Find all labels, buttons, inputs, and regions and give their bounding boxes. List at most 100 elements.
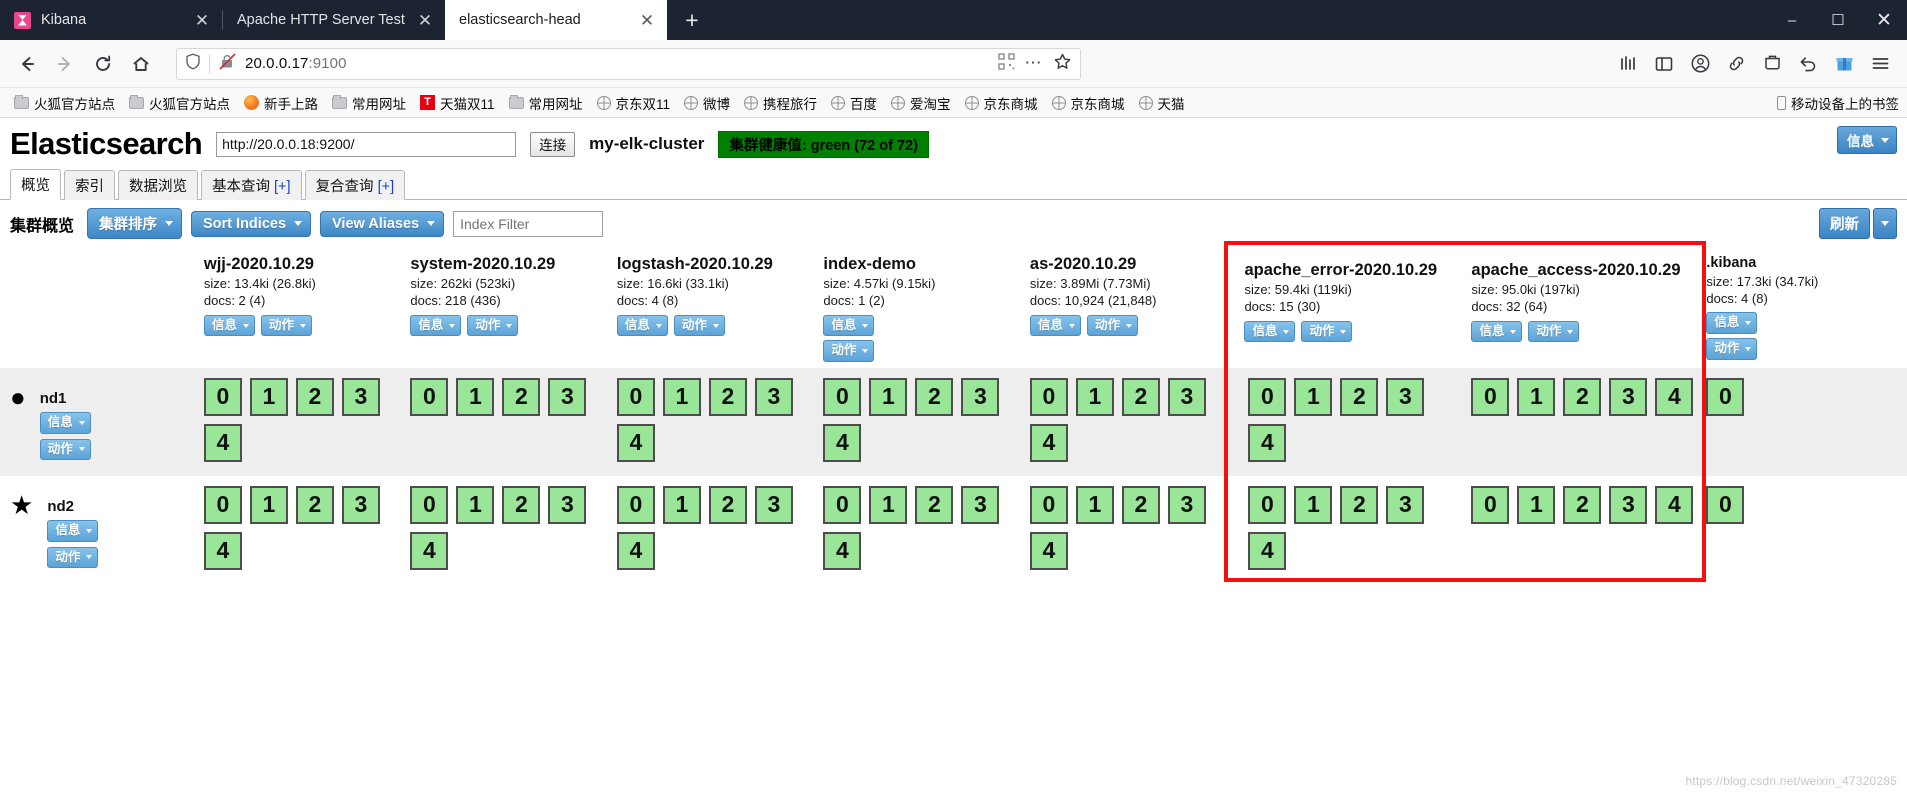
- shard-1[interactable]: 1: [1075, 377, 1114, 416]
- shard-0[interactable]: 0: [203, 485, 242, 524]
- shard-2[interactable]: 2: [295, 485, 334, 524]
- sidebar-icon[interactable]: [1647, 47, 1681, 81]
- shard-0[interactable]: 0: [203, 377, 242, 416]
- index-info-button[interactable]: 信息: [1244, 320, 1296, 343]
- tab-overview[interactable]: 概览: [10, 169, 61, 200]
- menu-hamburger-icon[interactable]: [1863, 47, 1897, 81]
- index-filter-input[interactable]: [453, 210, 604, 237]
- tab-indices[interactable]: 索引: [64, 170, 115, 200]
- no-lock-icon[interactable]: [218, 52, 237, 75]
- shard-3[interactable]: 3: [1167, 485, 1206, 524]
- bookmark-item[interactable]: 常用网址: [326, 91, 412, 115]
- shard-3[interactable]: 3: [1386, 485, 1425, 524]
- minimize-icon[interactable]: –: [1769, 0, 1815, 40]
- shard-4[interactable]: 4: [203, 423, 242, 462]
- reload-icon[interactable]: [86, 47, 120, 81]
- shard-0[interactable]: 0: [1029, 377, 1068, 416]
- shard-1[interactable]: 1: [1075, 485, 1114, 524]
- shard-2[interactable]: 2: [1121, 485, 1160, 524]
- shard-4[interactable]: 4: [203, 531, 242, 570]
- browser-tab-kibana[interactable]: Kibana ✕: [0, 0, 222, 40]
- index-info-button[interactable]: 信息: [410, 314, 462, 337]
- shard-0[interactable]: 0: [616, 485, 655, 524]
- shield-icon[interactable]: [185, 53, 201, 75]
- shard-2[interactable]: 2: [502, 485, 541, 524]
- bookmark-item[interactable]: 火狐官方站点: [8, 91, 121, 115]
- shard-4[interactable]: 4: [410, 531, 449, 570]
- shard-2[interactable]: 2: [708, 485, 747, 524]
- close-icon[interactable]: ✕: [192, 10, 212, 30]
- tab-composite-query[interactable]: 复合查询 [+]: [304, 170, 406, 200]
- shard-1[interactable]: 1: [1517, 377, 1556, 416]
- page-actions-icon[interactable]: ⋯: [1025, 54, 1044, 71]
- bookmark-item[interactable]: 爱淘宝: [885, 91, 957, 115]
- tab-basic-query[interactable]: 基本查询 [+]: [201, 170, 302, 200]
- shard-2[interactable]: 2: [1121, 377, 1160, 416]
- shard-2[interactable]: 2: [502, 377, 541, 416]
- shard-0[interactable]: 0: [410, 377, 449, 416]
- index-action-button[interactable]: 动作: [1301, 320, 1353, 343]
- shard-1[interactable]: 1: [456, 377, 495, 416]
- shard-0[interactable]: 0: [616, 377, 655, 416]
- index-action-button[interactable]: 动作: [823, 340, 875, 362]
- extensions-gift-icon[interactable]: [1827, 47, 1861, 81]
- index-action-button[interactable]: 动作: [1528, 320, 1580, 343]
- new-tab-button[interactable]: +: [675, 3, 709, 37]
- shard-3[interactable]: 3: [961, 485, 1000, 524]
- index-info-button[interactable]: 信息: [616, 314, 668, 337]
- shard-3[interactable]: 3: [341, 485, 380, 524]
- shard-2[interactable]: 2: [708, 377, 747, 416]
- bookmark-item[interactable]: 京东商城: [1046, 91, 1131, 115]
- shard-2[interactable]: 2: [1340, 377, 1379, 416]
- forward-icon[interactable]: [48, 47, 82, 81]
- bookmark-item[interactable]: 新手上路: [238, 91, 324, 115]
- shard-1[interactable]: 1: [869, 485, 908, 524]
- bookmark-item[interactable]: 火狐官方站点: [123, 91, 236, 115]
- bookmark-item[interactable]: 常用网址: [503, 91, 589, 115]
- shield-protection-icon[interactable]: [1755, 47, 1789, 81]
- node-info-button[interactable]: 信息: [47, 519, 99, 542]
- shard-0[interactable]: 0: [1248, 377, 1287, 416]
- index-info-button[interactable]: 信息: [823, 314, 875, 337]
- bookmark-item[interactable]: 百度: [825, 91, 883, 115]
- shard-4[interactable]: 4: [1248, 423, 1287, 462]
- shard-0[interactable]: 0: [1248, 485, 1287, 524]
- shard-0[interactable]: 0: [1706, 377, 1745, 416]
- sort-cluster-button[interactable]: 集群排序: [87, 208, 183, 239]
- index-action-button[interactable]: 动作: [1706, 338, 1758, 360]
- bookmark-item[interactable]: 携程旅行: [738, 91, 823, 115]
- shard-4[interactable]: 4: [1248, 531, 1287, 570]
- shard-4[interactable]: 4: [823, 531, 862, 570]
- shard-1[interactable]: 1: [1294, 377, 1333, 416]
- node-info-button[interactable]: 信息: [39, 411, 91, 434]
- header-info-button[interactable]: 信息: [1837, 126, 1897, 154]
- shard-2[interactable]: 2: [915, 377, 954, 416]
- shard-1[interactable]: 1: [869, 377, 908, 416]
- shard-1[interactable]: 1: [662, 485, 701, 524]
- shard-1[interactable]: 1: [1517, 485, 1556, 524]
- shard-4[interactable]: 4: [1655, 377, 1694, 416]
- shard-3[interactable]: 3: [754, 485, 793, 524]
- shard-3[interactable]: 3: [754, 377, 793, 416]
- browser-tab-elasticsearch-head[interactable]: elasticsearch-head ✕: [445, 0, 667, 40]
- library-icon[interactable]: [1611, 47, 1645, 81]
- index-info-button[interactable]: 信息: [1471, 320, 1523, 343]
- home-icon[interactable]: [124, 47, 158, 81]
- shard-4[interactable]: 4: [823, 423, 862, 462]
- shard-3[interactable]: 3: [548, 377, 587, 416]
- account-icon[interactable]: [1683, 47, 1717, 81]
- shard-0[interactable]: 0: [1471, 377, 1510, 416]
- close-icon[interactable]: ✕: [637, 10, 657, 30]
- shard-3[interactable]: 3: [548, 485, 587, 524]
- shard-2[interactable]: 2: [1563, 377, 1602, 416]
- url-bar[interactable]: 20.0.0.17:9100 ⋯: [176, 47, 1081, 80]
- close-window-icon[interactable]: ✕: [1861, 0, 1907, 40]
- index-action-button[interactable]: 动作: [260, 314, 312, 337]
- bookmark-item[interactable]: 京东双11: [591, 91, 677, 115]
- shard-4[interactable]: 4: [1029, 423, 1068, 462]
- shard-2[interactable]: 2: [1340, 485, 1379, 524]
- shard-3[interactable]: 3: [1167, 377, 1206, 416]
- back-icon[interactable]: [10, 47, 44, 81]
- refresh-options-button[interactable]: [1873, 208, 1897, 239]
- shard-0[interactable]: 0: [410, 485, 449, 524]
